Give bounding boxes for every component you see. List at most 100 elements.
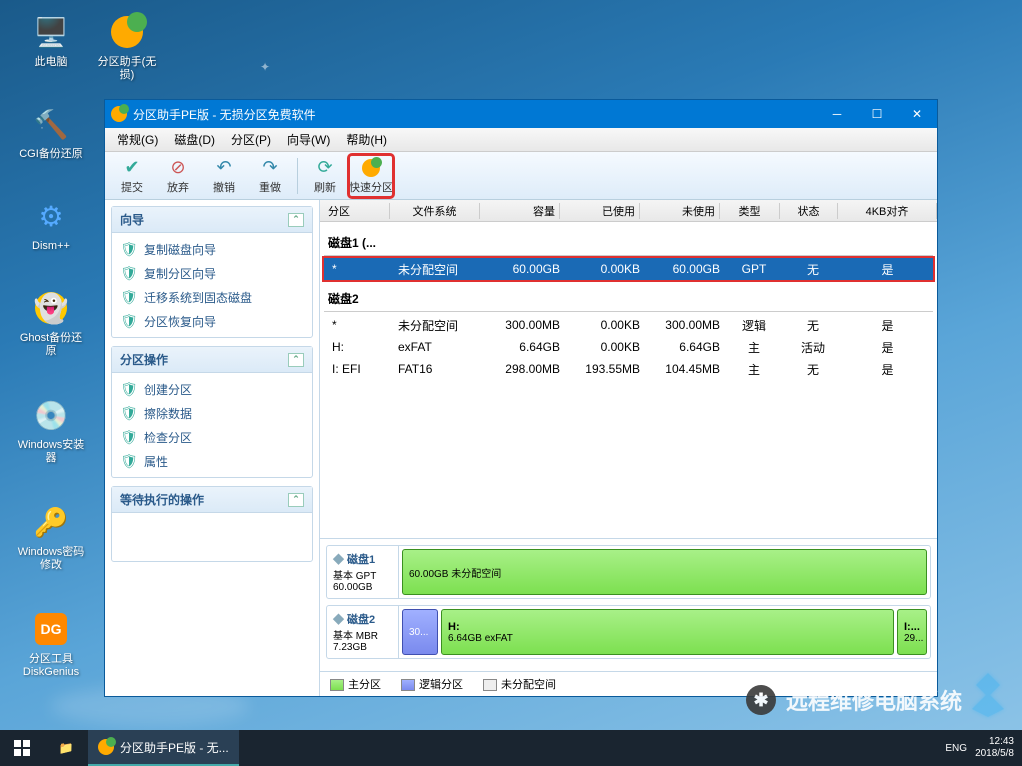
- start-button[interactable]: [0, 730, 44, 766]
- monitor-icon: 🖥️: [31, 12, 71, 52]
- wechat-icon: ✱: [746, 685, 776, 715]
- hammer-icon: 🔨: [31, 104, 71, 144]
- aomei-icon: [107, 12, 147, 52]
- quick-icon: [362, 157, 380, 179]
- wiz-copy-disk[interactable]: 🛡复制磁盘向导: [114, 237, 310, 261]
- taskbar-app-aomei[interactable]: 分区助手PE版 - 无...: [88, 730, 239, 766]
- minimize-button[interactable]: ─: [817, 100, 857, 128]
- windows-icon: [14, 740, 30, 756]
- col-cap[interactable]: 容量: [480, 203, 560, 219]
- titlebar[interactable]: 分区助手PE版 - 无损分区免费软件 ─ ☐ ✕: [105, 100, 937, 128]
- menu-help[interactable]: 帮助(H): [338, 129, 395, 150]
- tray-clock[interactable]: 12:43 2018/5/8: [975, 736, 1014, 760]
- col-used[interactable]: 已使用: [560, 203, 640, 219]
- ghost-icon: 👻: [31, 288, 71, 328]
- partition-row[interactable]: H:exFAT6.64GB0.00KB6.64GB主活动是: [324, 336, 933, 358]
- grid-header: 分区 文件系统 容量 已使用 未使用 类型 状态 4KB对齐: [320, 200, 937, 222]
- corner-watermark: [960, 667, 1016, 726]
- toolbar: ✔提交 ⊘放弃 ↶撤销 ↷重做 ⟳刷新 快速分区: [105, 152, 937, 200]
- col-free[interactable]: 未使用: [640, 203, 720, 219]
- op-check[interactable]: 🛡检查分区: [114, 425, 310, 449]
- tray-lang[interactable]: ENG: [945, 743, 967, 754]
- desktop-icon-cgi[interactable]: 🔨 CGI备份还原: [16, 104, 86, 161]
- disk-list: 磁盘1 (...*未分配空间60.00GB0.00KB60.00GBGPT无是磁…: [320, 222, 937, 538]
- col-partition[interactable]: 分区: [320, 203, 390, 219]
- menu-disk[interactable]: 磁盘(D): [166, 129, 223, 150]
- shield-icon: 🛡: [120, 264, 138, 282]
- map-segment[interactable]: H:6.64GB exFAT: [441, 609, 894, 655]
- op-create[interactable]: 🛡创建分区: [114, 377, 310, 401]
- close-button[interactable]: ✕: [897, 100, 937, 128]
- disk-map[interactable]: ◆ 磁盘1基本 GPT60.00GB60.00GB 未分配空间: [326, 545, 931, 599]
- redo-button[interactable]: ↷重做: [248, 155, 292, 197]
- maximize-button[interactable]: ☐: [857, 100, 897, 128]
- op-wipe[interactable]: 🛡擦除数据: [114, 401, 310, 425]
- menu-wizard[interactable]: 向导(W): [279, 129, 338, 150]
- desktop-icon-wininstall[interactable]: 💿 Windows安装器: [16, 395, 86, 465]
- desktop-icon-this-pc[interactable]: 🖥️ 此电脑: [16, 12, 86, 69]
- panel-pending: 等待执行的操作 ⌃: [111, 486, 313, 562]
- disk-maps: ◆ 磁盘1基本 GPT60.00GB60.00GB 未分配空间 ◆ 磁盘2基本 M…: [320, 538, 937, 671]
- op-props[interactable]: 🛡属性: [114, 449, 310, 473]
- panel-wizard: 向导⌃ 🛡复制磁盘向导 🛡复制分区向导 🛡迁移系统到固态磁盘 🛡分区恢复向导: [111, 206, 313, 338]
- main-area: 分区 文件系统 容量 已使用 未使用 类型 状态 4KB对齐 磁盘1 (...*…: [319, 200, 937, 696]
- panel-partops: 分区操作 ⌃ 🛡创建分区 🛡擦除数据 🛡检查分区 🛡属性: [111, 346, 313, 478]
- app-window: 分区助手PE版 - 无损分区免费软件 ─ ☐ ✕ 常规(G) 磁盘(D) 分区(…: [104, 99, 938, 697]
- disk-map[interactable]: ◆ 磁盘2基本 MBR7.23GB30...H:6.64GB exFATI:..…: [326, 605, 931, 659]
- menubar: 常规(G) 磁盘(D) 分区(P) 向导(W) 帮助(H): [105, 128, 937, 152]
- col-fs[interactable]: 文件系统: [390, 203, 480, 219]
- map-segment[interactable]: I:...29...: [897, 609, 927, 655]
- shield-icon: 🛡: [120, 428, 138, 446]
- refresh-button[interactable]: ⟳刷新: [303, 155, 347, 197]
- shield-icon: 🛡: [120, 240, 138, 258]
- partition-row[interactable]: I: EFIFAT16298.00MB193.55MB104.45MB主无是: [324, 358, 933, 380]
- watermark: ✱ 远程维修电脑系统: [746, 684, 962, 716]
- desktop-icon-winpwd[interactable]: 🔑 Windows密码修改: [16, 502, 86, 572]
- collapse-button[interactable]: ⌃: [288, 353, 304, 367]
- window-title: 分区助手PE版 - 无损分区免费软件: [133, 106, 817, 123]
- undo-icon: ↶: [216, 157, 231, 179]
- panel-title: 等待执行的操作: [120, 491, 204, 508]
- wiz-copy-part[interactable]: 🛡复制分区向导: [114, 261, 310, 285]
- taskbar: 📁 分区助手PE版 - 无... ENG 12:43 2018/5/8: [0, 730, 1022, 766]
- wiz-recover-part[interactable]: 🛡分区恢复向导: [114, 309, 310, 333]
- commit-button[interactable]: ✔提交: [110, 155, 154, 197]
- collapse-button[interactable]: ⌃: [288, 213, 304, 227]
- folder-icon: 📁: [59, 741, 74, 755]
- cancel-icon: ⊘: [170, 157, 185, 179]
- wiz-migrate-ssd[interactable]: 🛡迁移系统到固态磁盘: [114, 285, 310, 309]
- desktop-icon-aomei[interactable]: 分区助手(无损): [92, 12, 162, 82]
- map-segment[interactable]: 60.00GB 未分配空间: [402, 549, 927, 595]
- discard-button[interactable]: ⊘放弃: [156, 155, 200, 197]
- disc-icon: 💿: [31, 395, 71, 435]
- partition-row[interactable]: *未分配空间60.00GB0.00KB60.00GBGPT无是: [324, 258, 933, 280]
- quick-partition-button[interactable]: 快速分区: [349, 155, 393, 197]
- col-type[interactable]: 类型: [720, 203, 780, 219]
- sidebar: 向导⌃ 🛡复制磁盘向导 🛡复制分区向导 🛡迁移系统到固态磁盘 🛡分区恢复向导 分…: [105, 200, 319, 696]
- menu-partition[interactable]: 分区(P): [223, 129, 279, 150]
- diskgenius-icon: DG: [31, 609, 71, 649]
- refresh-icon: ⟳: [317, 157, 332, 179]
- desktop-icon-diskgenius[interactable]: DG 分区工具DiskGenius: [16, 609, 86, 679]
- desktop-icon-ghost[interactable]: 👻 Ghost备份还原: [16, 288, 86, 358]
- disk-title[interactable]: 磁盘2: [324, 280, 933, 312]
- col-align[interactable]: 4KB对齐: [838, 203, 937, 219]
- redo-icon: ↷: [262, 157, 277, 179]
- collapse-button[interactable]: ⌃: [288, 493, 304, 507]
- gear-icon: ⚙: [31, 196, 71, 236]
- desktop-icon-dism[interactable]: ⚙ Dism++: [16, 196, 86, 253]
- system-tray[interactable]: ENG 12:43 2018/5/8: [945, 736, 1022, 760]
- panel-title: 分区操作: [120, 351, 168, 368]
- shield-icon: 🛡: [120, 312, 138, 330]
- undo-button[interactable]: ↶撤销: [202, 155, 246, 197]
- shield-icon: 🛡: [120, 404, 138, 422]
- menu-general[interactable]: 常规(G): [109, 129, 166, 150]
- partition-row[interactable]: *未分配空间300.00MB0.00KB300.00MB逻辑无是: [324, 314, 933, 336]
- col-stat[interactable]: 状态: [780, 203, 838, 219]
- disk-title[interactable]: 磁盘1 (...: [324, 224, 933, 256]
- shield-icon: 🛡: [120, 380, 138, 398]
- app-icon: [111, 106, 127, 122]
- map-segment[interactable]: 30...: [402, 609, 438, 655]
- taskbar-explorer[interactable]: 📁: [44, 730, 88, 766]
- shield-icon: 🛡: [120, 452, 138, 470]
